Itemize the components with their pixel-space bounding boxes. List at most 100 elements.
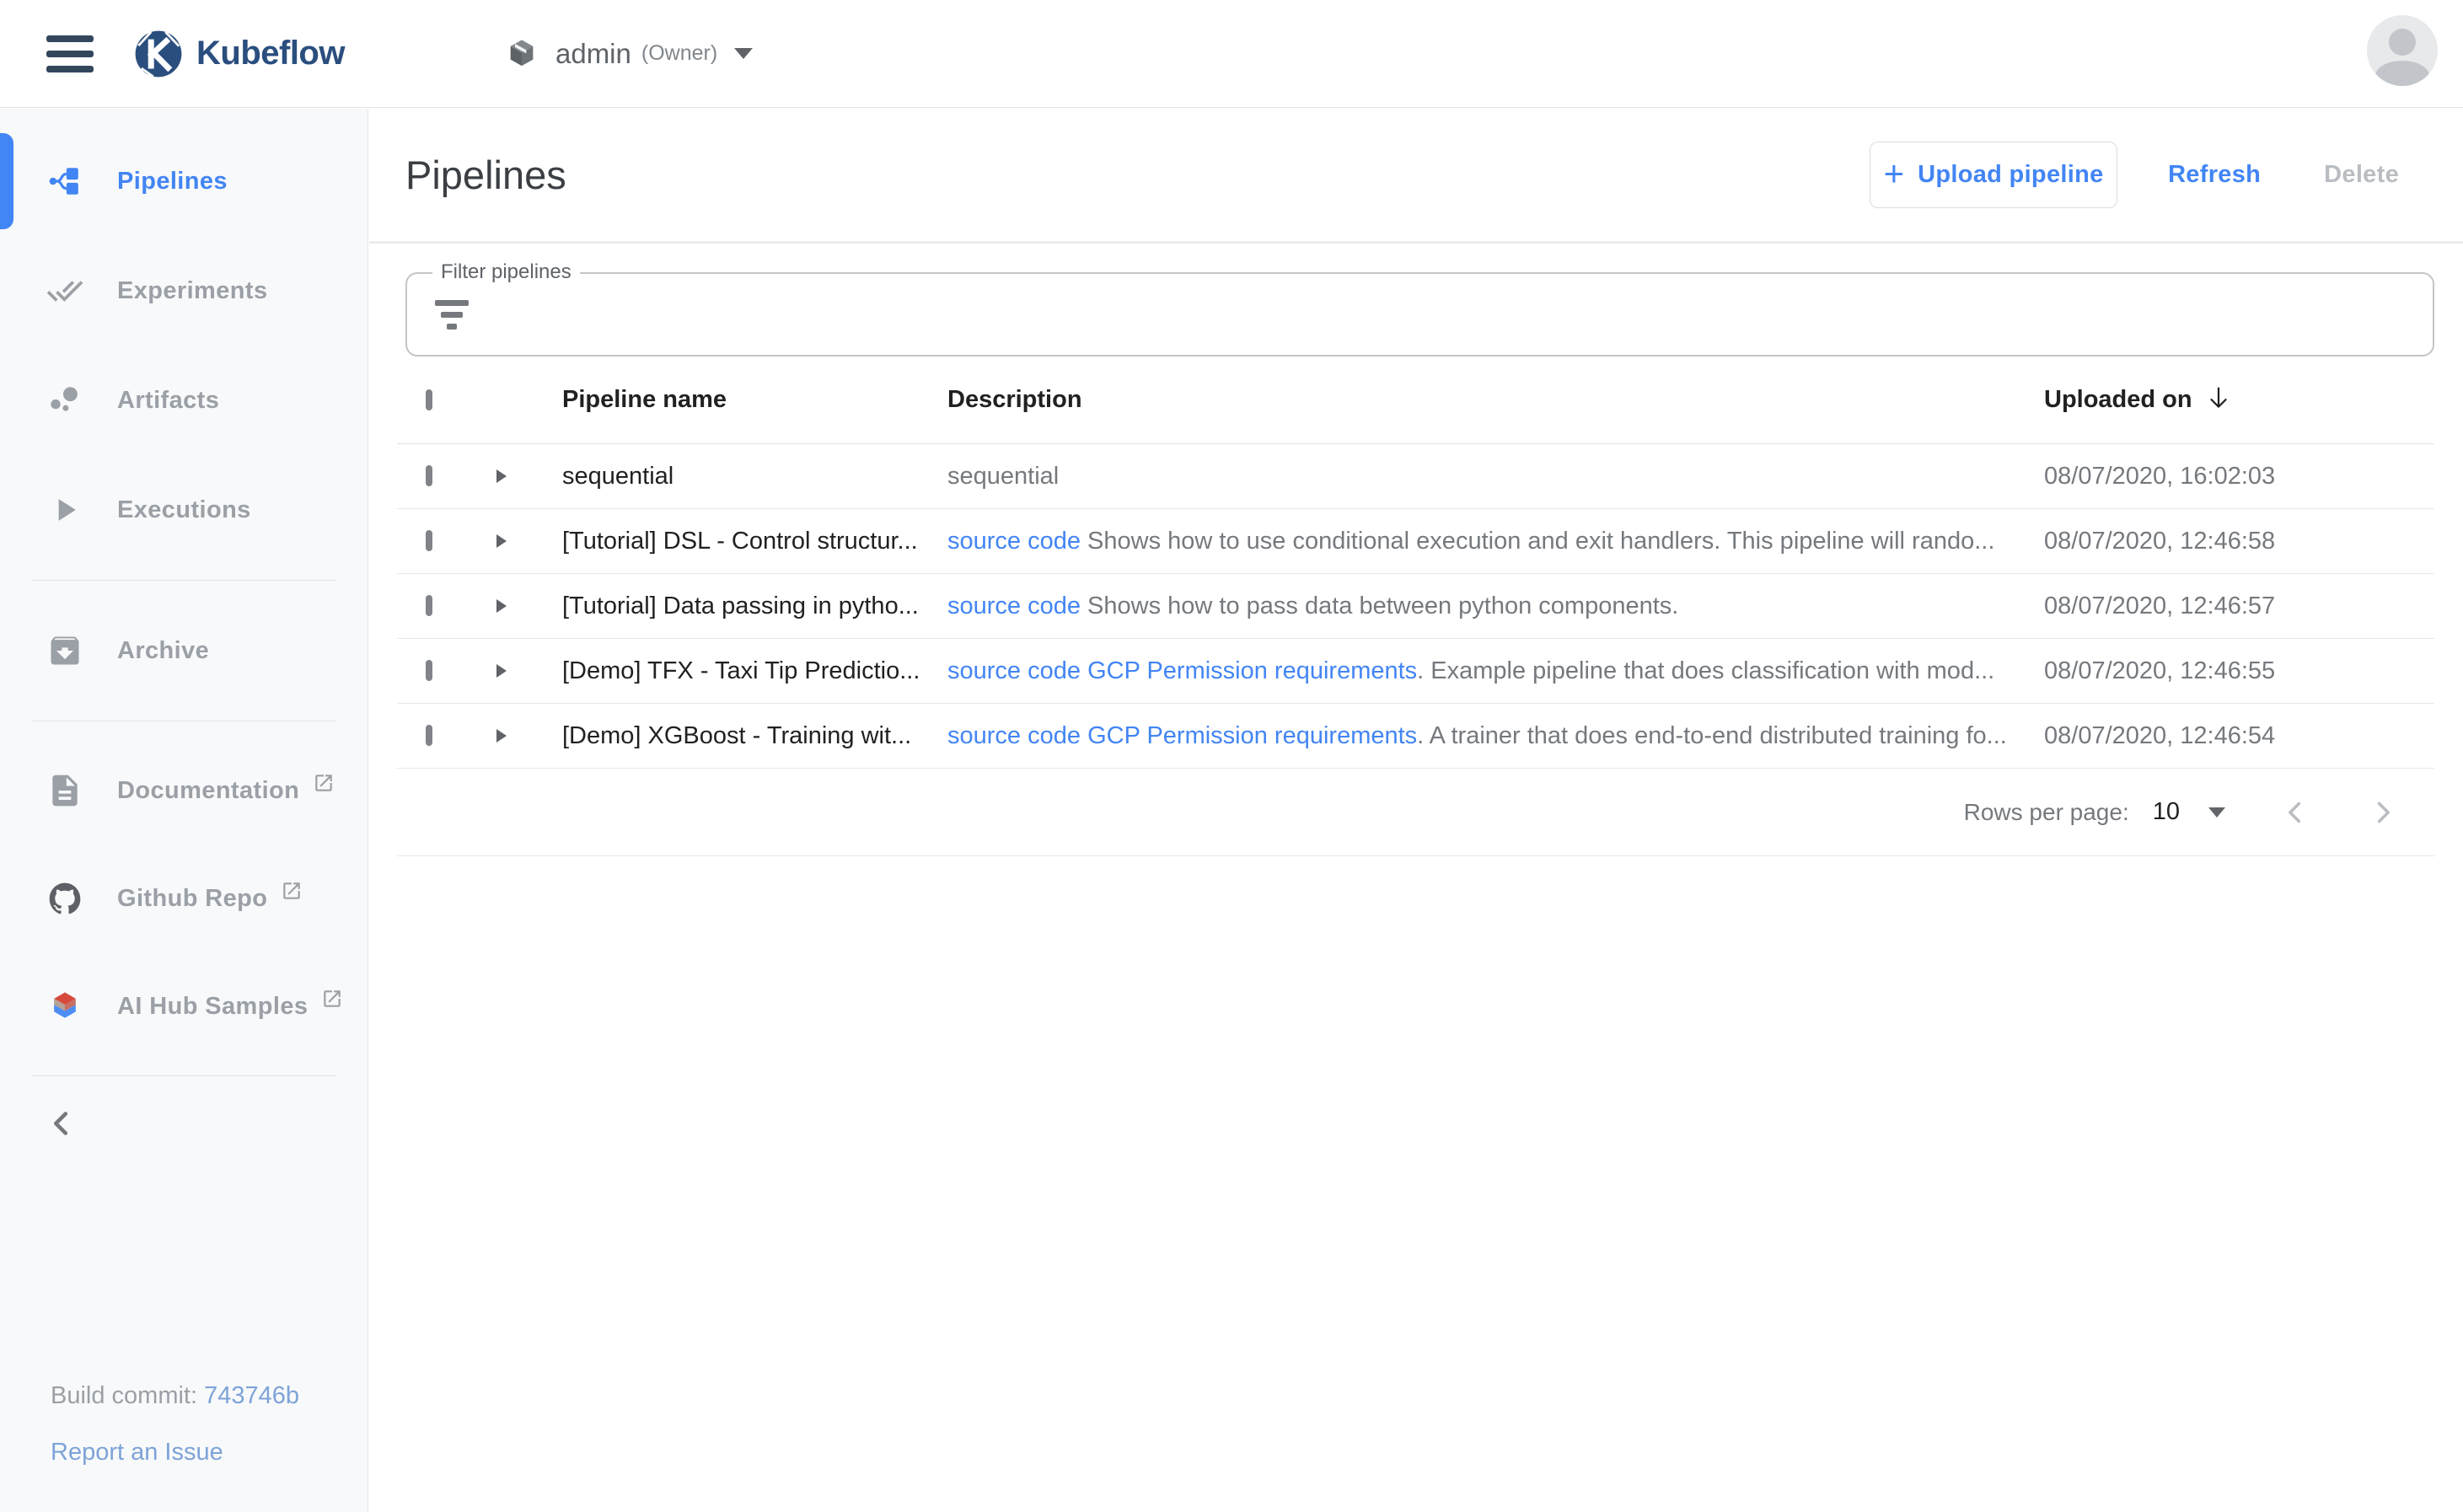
- namespace-role: (Owner): [641, 41, 717, 66]
- pipelines-table: Pipeline name Description Uploaded on se…: [397, 357, 2434, 856]
- row-checkbox[interactable]: [426, 465, 432, 486]
- pipeline-description: source code GCP Permission requirements.…: [947, 657, 2044, 685]
- gcp-permission-link[interactable]: GCP Permission requirements: [1087, 722, 1417, 749]
- filter-icon: [434, 300, 470, 330]
- sidebar-item-label: Documentation: [117, 777, 299, 805]
- namespace-selector[interactable]: admin (Owner): [505, 37, 753, 71]
- sidebar-link-ai-hub-samples[interactable]: AI Hub Samples: [0, 952, 368, 1060]
- sidebar: Pipelines Experiments Artifacts: [0, 109, 368, 1512]
- namespace-box-icon: [505, 37, 539, 71]
- sidebar-item-artifacts[interactable]: Artifacts: [0, 346, 368, 455]
- rows-per-page-label: Rows per page:: [1964, 799, 2129, 826]
- upload-pipeline-button[interactable]: + Upload pipeline: [1870, 142, 2117, 208]
- experiments-icon: [46, 272, 83, 309]
- expand-row-icon[interactable]: [496, 729, 507, 743]
- report-issue-link[interactable]: Report an Issue: [51, 1439, 223, 1466]
- table-row[interactable]: [Tutorial] DSL - Control structur... sou…: [397, 509, 2434, 574]
- documentation-icon: [46, 772, 83, 809]
- table-row[interactable]: sequential sequential 08/07/2020, 16:02:…: [397, 444, 2434, 509]
- divider: [32, 1075, 335, 1076]
- sidebar-item-label: Archive: [117, 637, 209, 665]
- sidebar-item-experiments[interactable]: Experiments: [0, 236, 368, 346]
- open-in-new-icon: [313, 772, 335, 798]
- uploaded-on: 08/07/2020, 16:02:03: [2044, 463, 2434, 491]
- pipeline-name[interactable]: sequential: [540, 463, 947, 491]
- top-bar: Kubeflow admin (Owner): [0, 0, 2463, 108]
- sort-descending-icon: [2204, 383, 2233, 412]
- row-checkbox[interactable]: [426, 595, 432, 616]
- sidebar-link-documentation[interactable]: Documentation: [0, 737, 368, 844]
- sidebar-item-label: AI Hub Samples: [117, 993, 308, 1021]
- uploaded-on: 08/07/2020, 12:46:54: [2044, 722, 2434, 750]
- source-code-link[interactable]: source code: [947, 592, 1081, 619]
- github-icon: [46, 879, 83, 918]
- row-checkbox[interactable]: [426, 725, 432, 746]
- filter-field[interactable]: Filter pipelines: [405, 272, 2434, 357]
- source-code-link[interactable]: source code: [947, 722, 1081, 749]
- chevron-down-icon: [734, 48, 753, 59]
- column-header-pipeline-name[interactable]: Pipeline name: [540, 386, 947, 414]
- pipeline-description: sequential: [947, 463, 2044, 491]
- executions-icon: [46, 491, 83, 528]
- uploaded-on: 08/07/2020, 12:46:57: [2044, 592, 2434, 620]
- sidebar-item-label: Executions: [117, 496, 251, 524]
- delete-button: Delete: [2324, 161, 2399, 189]
- column-header-uploaded-on[interactable]: Uploaded on: [2044, 386, 2434, 414]
- sidebar-item-pipelines[interactable]: Pipelines: [0, 126, 368, 236]
- previous-page-button[interactable]: [2278, 795, 2313, 830]
- archive-icon: [46, 632, 83, 669]
- select-all-checkbox[interactable]: [426, 389, 432, 410]
- column-header-description[interactable]: Description: [947, 386, 2044, 414]
- filter-input[interactable]: [490, 301, 2407, 329]
- avatar[interactable]: [2367, 15, 2438, 86]
- expand-row-icon[interactable]: [496, 469, 507, 483]
- uploaded-on: 08/07/2020, 12:46:58: [2044, 528, 2434, 555]
- source-code-link[interactable]: source code: [947, 657, 1081, 684]
- kubeflow-logo-icon: [132, 28, 185, 80]
- table-row[interactable]: [Tutorial] Data passing in pytho... sour…: [397, 574, 2434, 639]
- pipeline-name[interactable]: [Demo] XGBoost - Training wit...: [540, 722, 947, 750]
- pipeline-description: source code Shows how to use conditional…: [947, 528, 2044, 555]
- brand-name: Kubeflow: [196, 35, 345, 72]
- collapse-sidebar-button[interactable]: [42, 1098, 93, 1149]
- refresh-button[interactable]: Refresh: [2168, 161, 2261, 189]
- sidebar-item-label: Github Repo: [117, 885, 267, 913]
- uploaded-on: 08/07/2020, 12:46:55: [2044, 657, 2434, 685]
- row-checkbox[interactable]: [426, 530, 432, 551]
- sidebar-item-executions[interactable]: Executions: [0, 455, 368, 565]
- build-commit-link[interactable]: 743746b: [204, 1382, 299, 1409]
- table-row[interactable]: [Demo] XGBoost - Training wit... source …: [397, 704, 2434, 769]
- artifacts-icon: [46, 382, 83, 419]
- menu-icon[interactable]: [46, 35, 94, 72]
- table-row[interactable]: [Demo] TFX - Taxi Tip Predictio... sourc…: [397, 639, 2434, 704]
- plus-icon: +: [1884, 153, 1905, 194]
- sidebar-item-archive[interactable]: Archive: [0, 596, 368, 705]
- ai-hub-icon: [46, 988, 83, 1025]
- rows-per-page-dropdown-icon[interactable]: [2208, 807, 2225, 818]
- pipeline-name[interactable]: [Demo] TFX - Taxi Tip Predictio...: [540, 657, 947, 685]
- gcp-permission-link[interactable]: GCP Permission requirements: [1087, 657, 1417, 684]
- build-commit-label: Build commit:: [51, 1382, 204, 1409]
- pipeline-name[interactable]: [Tutorial] Data passing in pytho...: [540, 592, 947, 620]
- pipeline-description: source code GCP Permission requirements.…: [947, 722, 2044, 750]
- kubeflow-brand: Kubeflow: [132, 28, 345, 80]
- pipelines-icon: [46, 163, 83, 200]
- open-in-new-icon: [321, 988, 343, 1014]
- source-code-link[interactable]: source code: [947, 528, 1081, 555]
- next-page-button[interactable]: [2365, 795, 2401, 830]
- sidebar-link-github-repo[interactable]: Github Repo: [0, 844, 368, 952]
- expand-row-icon[interactable]: [496, 599, 507, 613]
- open-in-new-icon: [281, 880, 303, 906]
- table-header-row: Pipeline name Description Uploaded on: [397, 357, 2434, 444]
- rows-per-page-value[interactable]: 10: [2153, 798, 2180, 826]
- pipeline-name[interactable]: [Tutorial] DSL - Control structur...: [540, 528, 947, 555]
- expand-row-icon[interactable]: [496, 664, 507, 678]
- expand-row-icon[interactable]: [496, 534, 507, 548]
- pipeline-description: source code Shows how to pass data betwe…: [947, 592, 2044, 620]
- sidebar-item-label: Pipelines: [117, 168, 228, 196]
- sidebar-item-label: Artifacts: [117, 387, 219, 415]
- filter-field-label: Filter pipelines: [432, 260, 580, 284]
- row-checkbox[interactable]: [426, 660, 432, 681]
- chevron-left-icon: [42, 1104, 81, 1143]
- main-content: Pipelines + Upload pipeline Refresh Dele…: [369, 109, 2463, 1512]
